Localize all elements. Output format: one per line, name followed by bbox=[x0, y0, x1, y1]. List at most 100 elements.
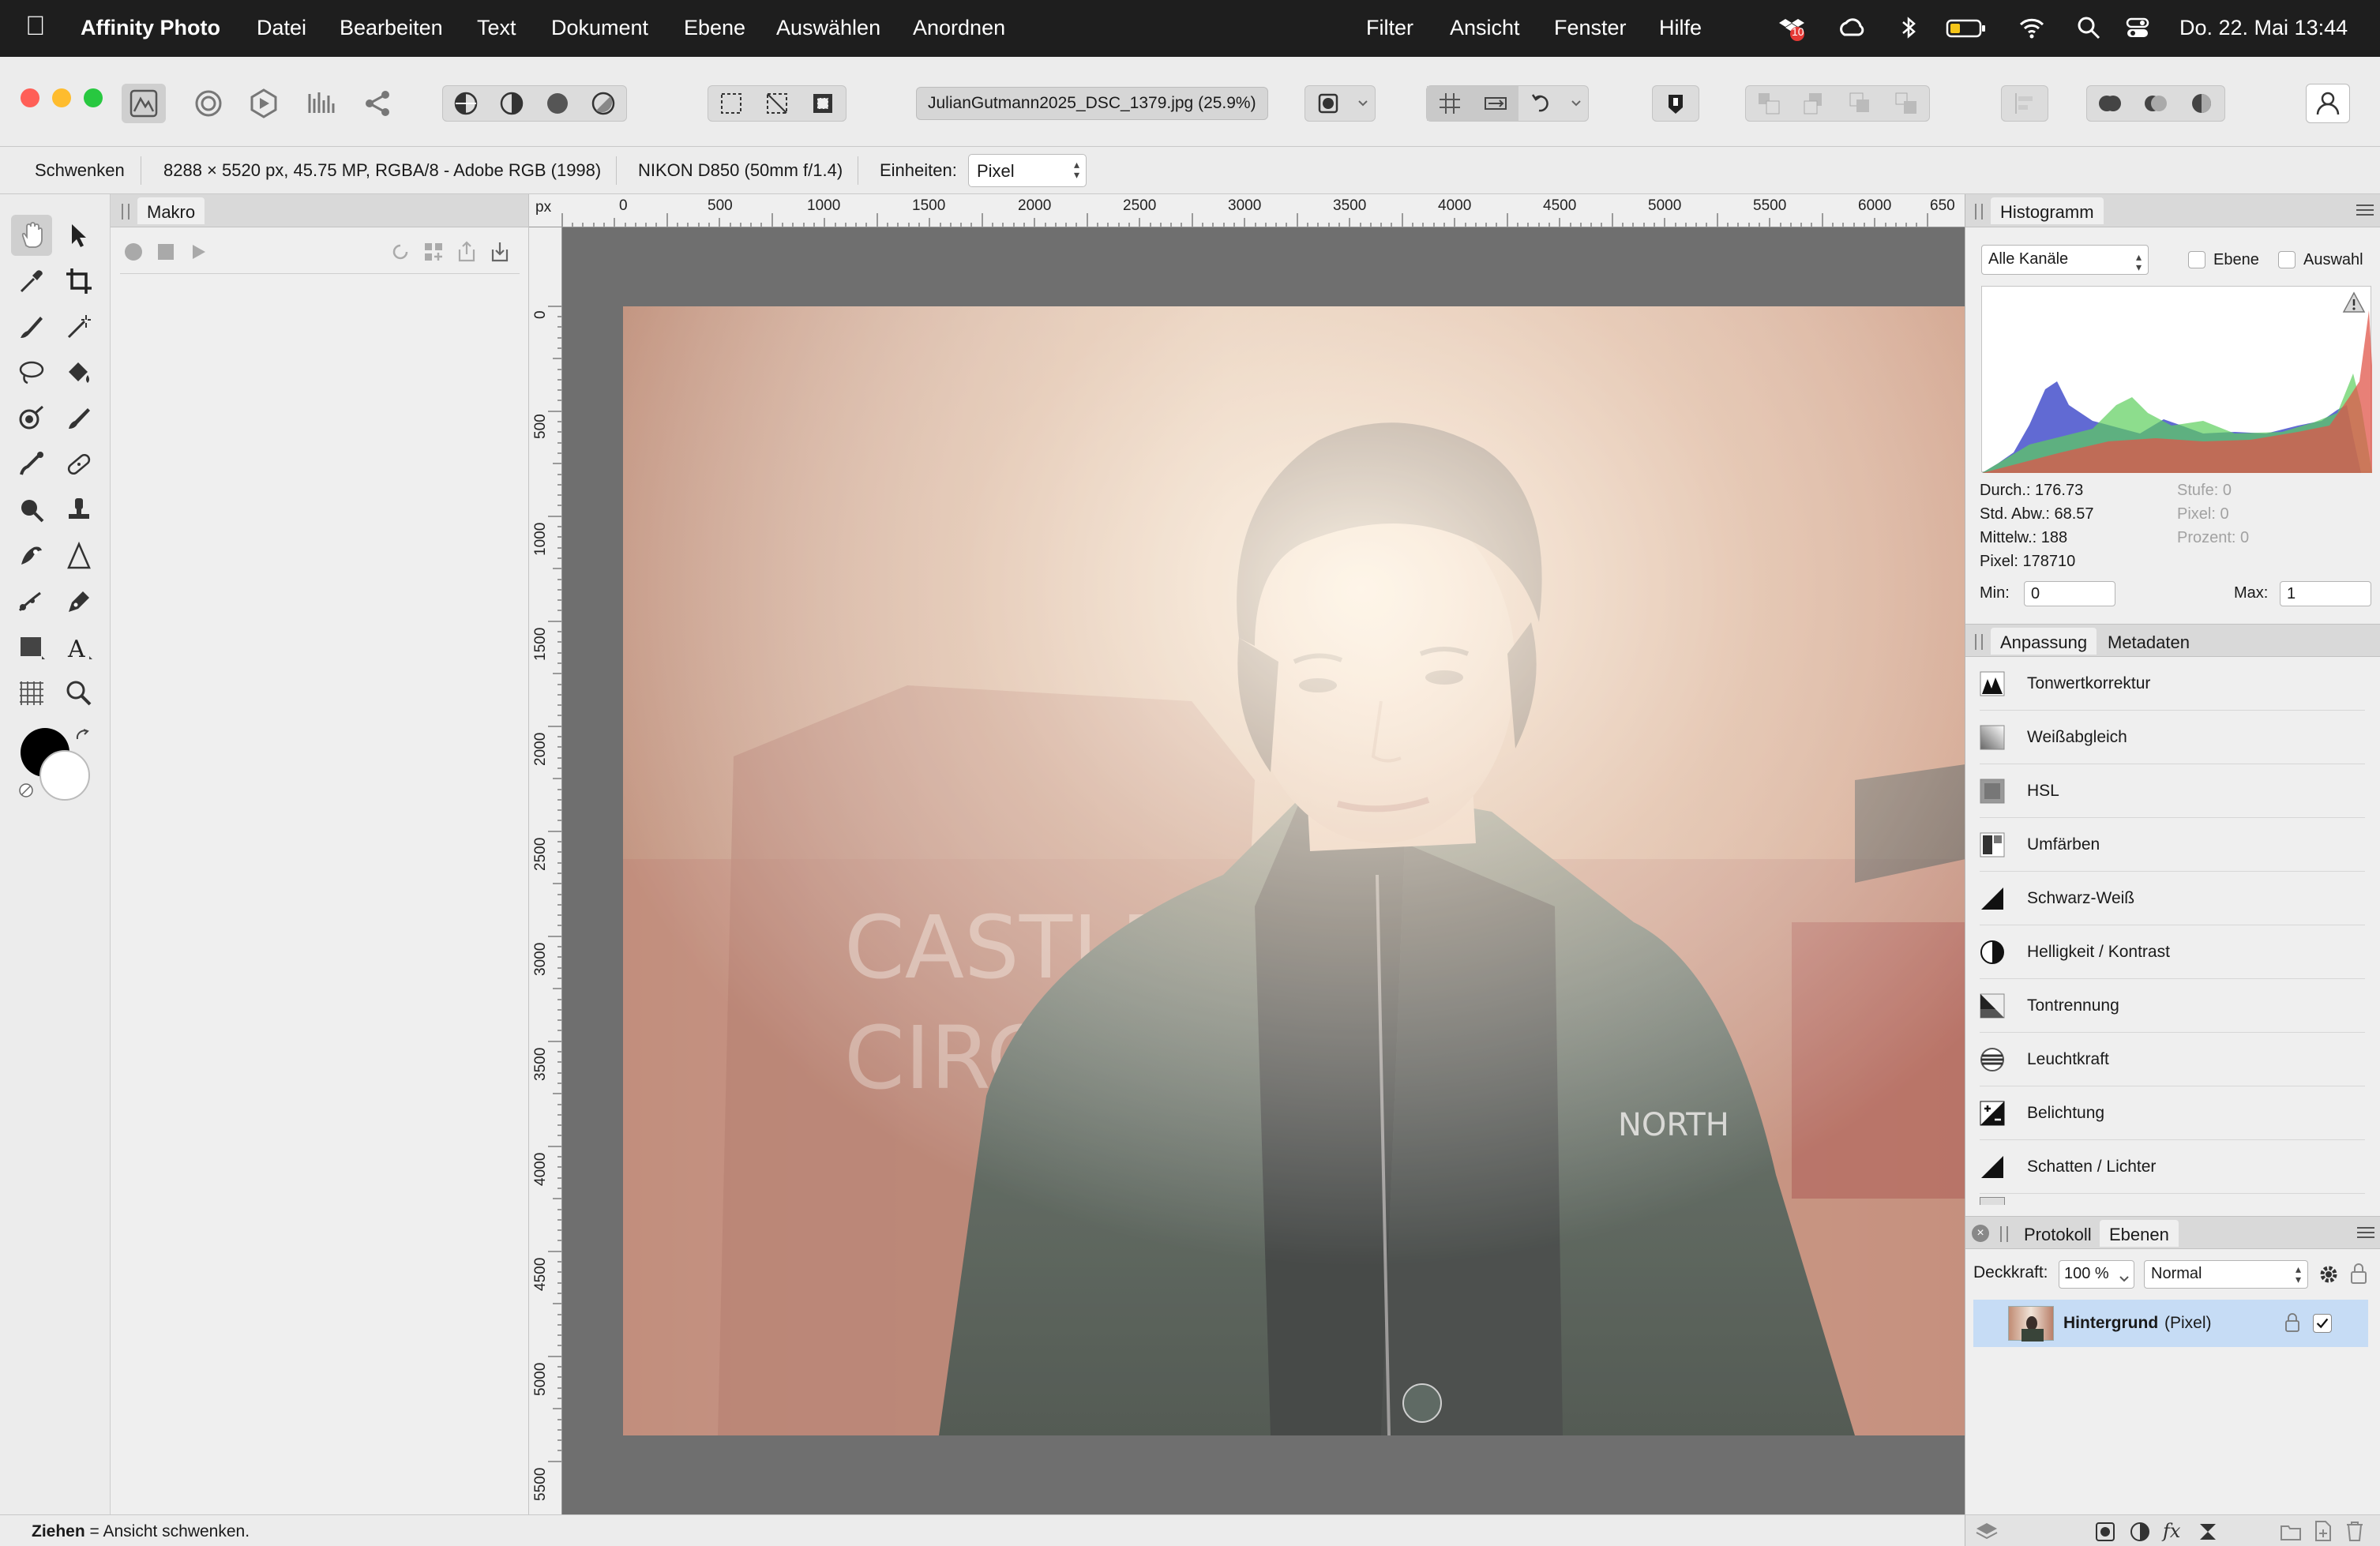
healing-tool-icon[interactable] bbox=[11, 444, 52, 485]
panel-menu-icon[interactable] bbox=[2355, 202, 2375, 220]
add-boolean-button[interactable] bbox=[2087, 86, 2133, 121]
panel-grip-icon[interactable] bbox=[2000, 1226, 2008, 1242]
force-pixel-alignment-button[interactable] bbox=[1473, 86, 1518, 121]
battery-icon[interactable] bbox=[1946, 14, 1987, 41]
apple-menu-icon[interactable]:  bbox=[25, 11, 46, 42]
adjustment-recolor[interactable]: Umfärben bbox=[1980, 818, 2365, 872]
adjustment-brightness-contrast[interactable]: Helligkeit / Kontrast bbox=[1980, 925, 2365, 979]
intersect-boolean-button[interactable] bbox=[2179, 86, 2224, 121]
auto-levels-button[interactable] bbox=[443, 86, 489, 121]
layers-stack-icon[interactable] bbox=[1975, 1520, 1999, 1542]
snapping-button[interactable] bbox=[1427, 86, 1473, 121]
menu-datei[interactable]: Datei bbox=[257, 16, 306, 40]
panel-grip-icon[interactable] bbox=[1975, 204, 1983, 220]
tab-anpassung[interactable]: Anpassung bbox=[1991, 628, 2097, 655]
snapping-dropdown[interactable] bbox=[1564, 86, 1588, 121]
move-to-front-button[interactable] bbox=[1883, 86, 1929, 121]
add-to-library-icon[interactable] bbox=[423, 242, 444, 262]
flood-fill-tool-icon[interactable] bbox=[58, 352, 99, 393]
tab-makro[interactable]: Makro bbox=[137, 197, 205, 224]
dropbox-icon[interactable]: 10 bbox=[1778, 14, 1805, 41]
export-persona-button[interactable] bbox=[355, 84, 400, 123]
add-pixel-layer-icon[interactable] bbox=[2313, 1520, 2333, 1542]
quick-mask-dropdown[interactable] bbox=[1351, 86, 1375, 121]
menu-ebene[interactable]: Ebene bbox=[684, 16, 745, 40]
bluetooth-icon[interactable] bbox=[1895, 14, 1922, 41]
units-select[interactable]: Pixel ▴ ▾ bbox=[968, 154, 1087, 187]
horizontal-ruler[interactable]: px 0 500 1000 1500 2000 2500 3000 3500 4… bbox=[529, 194, 1965, 227]
adjustment-levels[interactable]: Tonwertkorrektur bbox=[1980, 657, 2365, 711]
auto-white-balance-button[interactable] bbox=[580, 86, 626, 121]
export-macro-icon[interactable] bbox=[456, 240, 477, 262]
vertical-ruler[interactable]: 0 500 1000 1500 2000 2500 3000 3500 4000… bbox=[529, 227, 562, 1514]
menubar-clock[interactable]: Do. 22. Mai 13:44 bbox=[2179, 16, 2348, 40]
window-close-button[interactable] bbox=[21, 88, 39, 107]
delete-layer-icon[interactable] bbox=[2344, 1520, 2365, 1542]
opacity-input[interactable]: 100 % bbox=[2059, 1260, 2134, 1289]
fx-icon[interactable]: fx bbox=[2163, 1520, 2187, 1542]
menu-hilfe[interactable]: Hilfe bbox=[1659, 16, 1702, 40]
selection-checkbox[interactable] bbox=[2278, 251, 2296, 268]
sharpen-tool-icon[interactable] bbox=[58, 535, 99, 576]
add-group-icon[interactable] bbox=[2280, 1522, 2302, 1542]
align-button[interactable] bbox=[2002, 86, 2048, 121]
import-macro-icon[interactable] bbox=[490, 240, 510, 262]
menu-fenster[interactable]: Fenster bbox=[1554, 16, 1627, 40]
menu-filter[interactable]: Filter bbox=[1366, 16, 1413, 40]
paint-brush-tool-icon[interactable] bbox=[58, 398, 99, 439]
clear-macro-icon[interactable] bbox=[390, 242, 411, 262]
liquify-persona-button[interactable] bbox=[186, 84, 231, 123]
rectangle-tool-icon[interactable] bbox=[11, 627, 52, 668]
adjustment-posterize[interactable]: Tontrennung bbox=[1980, 979, 2365, 1033]
layer-row-hintergrund[interactable]: Hintergrund (Pixel) bbox=[1973, 1300, 2368, 1347]
photo-persona-button[interactable] bbox=[122, 84, 166, 123]
control-center-icon[interactable] bbox=[2124, 14, 2151, 41]
live-filter-icon[interactable] bbox=[2198, 1522, 2218, 1542]
wifi-icon[interactable] bbox=[2018, 14, 2045, 41]
stop-macro-icon[interactable] bbox=[158, 244, 174, 260]
warning-icon[interactable] bbox=[2342, 291, 2366, 313]
auto-colors-button[interactable] bbox=[535, 86, 580, 121]
pen-tool-icon[interactable] bbox=[58, 581, 99, 622]
quick-mask-button[interactable] bbox=[1305, 86, 1351, 121]
tab-metadaten[interactable]: Metadaten bbox=[2098, 628, 2199, 655]
menu-text[interactable]: Text bbox=[477, 16, 516, 40]
adjustment-hsl[interactable]: HSL bbox=[1980, 764, 2365, 818]
hand-tool-icon[interactable] bbox=[11, 215, 52, 256]
select-all-button[interactable] bbox=[708, 86, 754, 121]
view-grid-tool-icon[interactable] bbox=[11, 673, 52, 714]
blemish-tool-icon[interactable] bbox=[11, 490, 52, 531]
layer-lock-icon[interactable] bbox=[2284, 1312, 2300, 1333]
panel-grip-icon[interactable] bbox=[122, 204, 130, 220]
layer-checkbox[interactable] bbox=[2188, 251, 2205, 268]
window-minimize-button[interactable] bbox=[52, 88, 71, 107]
crop-tool-icon[interactable] bbox=[58, 261, 99, 302]
max-input[interactable]: 1 bbox=[2280, 581, 2371, 606]
deselect-button[interactable] bbox=[754, 86, 800, 121]
min-input[interactable]: 0 bbox=[2024, 581, 2115, 606]
menu-auswaehlen[interactable]: Auswählen bbox=[776, 16, 880, 40]
adjustment-black-white[interactable]: Schwarz-Weiß bbox=[1980, 872, 2365, 925]
tab-protokoll[interactable]: Protokoll bbox=[2014, 1220, 2101, 1247]
undo-button[interactable] bbox=[1518, 86, 1564, 121]
swap-colors-icon[interactable] bbox=[74, 728, 93, 747]
freehand-selection-tool-icon[interactable] bbox=[11, 352, 52, 393]
document-canvas[interactable]: CASTLE CIRCUS NORTH bbox=[562, 227, 1965, 1514]
move-to-back-button[interactable] bbox=[1746, 86, 1792, 121]
add-adjustment-icon[interactable] bbox=[2130, 1522, 2150, 1542]
invert-selection-button[interactable] bbox=[800, 86, 846, 121]
red-eye-tool-icon[interactable] bbox=[11, 535, 52, 576]
mesh-warp-tool-icon[interactable] bbox=[11, 581, 52, 622]
tab-histogramm[interactable]: Histogramm bbox=[1991, 197, 2104, 224]
text-tool-icon[interactable]: A bbox=[58, 627, 99, 668]
develop-persona-button[interactable] bbox=[242, 84, 286, 123]
panel-grip-icon[interactable] bbox=[1975, 634, 1983, 650]
menu-dokument[interactable]: Dokument bbox=[551, 16, 648, 40]
tone-mapping-persona-button[interactable] bbox=[298, 84, 343, 123]
subtract-boolean-button[interactable] bbox=[2133, 86, 2179, 121]
window-zoom-button[interactable] bbox=[84, 88, 103, 107]
clone-tool-icon[interactable] bbox=[58, 490, 99, 531]
selection-brush-tool-icon[interactable] bbox=[11, 306, 52, 347]
move-back-one-button[interactable] bbox=[1792, 86, 1838, 121]
close-panel-icon[interactable]: × bbox=[1972, 1225, 1989, 1242]
